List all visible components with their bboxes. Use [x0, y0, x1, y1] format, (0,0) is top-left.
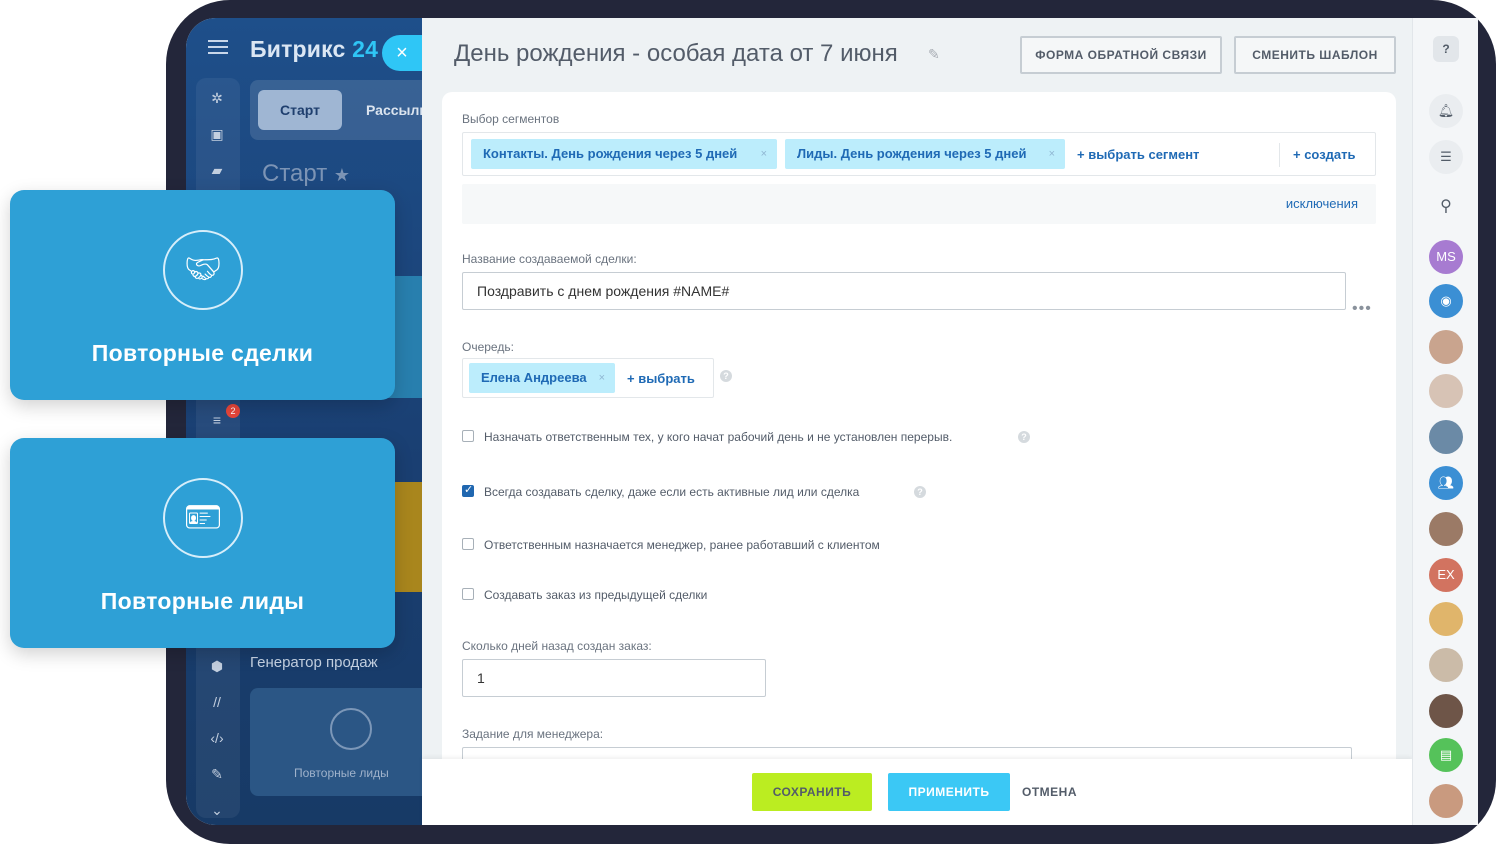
avatar[interactable]: EX: [1429, 558, 1463, 592]
avatar[interactable]: [1429, 694, 1463, 728]
remove-tag-icon[interactable]: ×: [1049, 139, 1055, 169]
select-queue-link[interactable]: + выбрать: [627, 371, 695, 386]
edit-title-icon[interactable]: ✎: [928, 46, 940, 63]
segment-tag[interactable]: Лиды. День рождения через 5 дней ×: [785, 139, 1065, 169]
logo-suffix: 24: [352, 36, 379, 62]
feedback-form-button[interactable]: ФОРМА ОБРАТНОЙ СВЯЗИ: [1020, 36, 1222, 74]
repeat-leads-tile-label: Повторные лиды: [294, 766, 389, 780]
promo-card-repeat-deals: 🤝︎ Повторные сделки: [10, 190, 395, 400]
promo-label: Повторные сделки: [91, 340, 314, 366]
cancel-button[interactable]: ОТМЕНА: [1022, 773, 1077, 811]
chevron-down-icon[interactable]: ⌄: [208, 802, 226, 818]
segment-tag[interactable]: Контакты. День рождения через 5 дней ×: [471, 139, 777, 169]
days-ago-label: Сколько дней назад создан заказ:: [462, 639, 652, 653]
deal-name-input[interactable]: Поздравить с днем рождения #NAME#: [462, 272, 1346, 310]
option-label: Ответственным назначается менеджер, ране…: [484, 538, 880, 552]
queue-label: Очередь:: [462, 340, 514, 354]
create-segment-link[interactable]: + создать: [1293, 147, 1356, 162]
avatar[interactable]: [1429, 602, 1463, 636]
promo-card-repeat-leads: 🪪︎ Повторные лиды: [10, 438, 395, 648]
option-label: Создавать заказ из предыдущей сделки: [484, 588, 708, 602]
settings-form: Выбор сегментов Контакты. День рождения …: [442, 92, 1396, 772]
help-icon[interactable]: ?: [914, 486, 926, 498]
queue-selector[interactable]: Елена Андреева × + выбрать: [462, 358, 714, 398]
start-heading: Старт ★: [262, 160, 351, 187]
calendar-icon[interactable]: ▣: [208, 126, 226, 142]
right-sidebar: ? 🔔︎ ☰ ⚲ MS ◉ 👥︎ EX ▤: [1412, 18, 1478, 825]
option-checkbox-always-create[interactable]: [462, 483, 474, 497]
avatar[interactable]: [1429, 420, 1463, 454]
logo-text: Битрикс: [250, 36, 346, 62]
campaign-panel: День рождения - особая дата от 7 июня ✎ …: [422, 18, 1412, 825]
apply-button[interactable]: ПРИМЕНИТЬ: [888, 773, 1010, 811]
contact-card-icon: 🪪︎: [183, 501, 223, 534]
option-checkbox-working-day[interactable]: [462, 430, 474, 442]
group-chat-icon[interactable]: ◉: [1429, 284, 1463, 318]
sales-generator-heading: Генератор продаж: [250, 654, 378, 671]
save-button[interactable]: СОХРАНИТЬ: [752, 773, 872, 811]
avatar[interactable]: [1429, 330, 1463, 364]
avatar[interactable]: [1429, 374, 1463, 408]
exclusions-bar: исключения: [462, 184, 1376, 224]
remove-tag-icon[interactable]: ×: [599, 363, 605, 393]
tab-mailing[interactable]: Рассылк: [366, 90, 426, 130]
promo-label: Повторные лиды: [100, 588, 305, 614]
help-icon[interactable]: ?: [720, 370, 732, 382]
tab-start[interactable]: Старт: [258, 90, 342, 130]
bell-icon[interactable]: 🔔︎: [1429, 94, 1463, 128]
avatar[interactable]: [1429, 784, 1463, 818]
handshake-icon-circle: 🤝︎: [163, 230, 243, 310]
option-label: Всегда создавать сделку, даже если есть …: [484, 485, 860, 499]
notification-badge: 2: [226, 404, 240, 418]
page-title: День рождения - особая дата от 7 июня: [454, 40, 898, 67]
contact-center-icon[interactable]: ▤: [1429, 738, 1463, 772]
segments-label: Выбор сегментов: [462, 112, 560, 126]
app-screen: Битрикс 24 × ✲ ▣ ▰ ≡ 2 ⬢ // ‹/› ✎ ⌄ Стар…: [186, 18, 1478, 825]
days-ago-input[interactable]: 1: [462, 659, 766, 697]
pen-icon[interactable]: ✎: [208, 766, 226, 782]
repeat-leads-tile[interactable]: Повторные лиды: [250, 688, 426, 796]
option-checkbox-previous-manager[interactable]: [462, 538, 474, 550]
avatar[interactable]: [1429, 648, 1463, 682]
form-footer: СОХРАНИТЬ ПРИМЕНИТЬ ОТМЕНА: [422, 759, 1412, 825]
change-template-button[interactable]: СМЕНИТЬ ШАБЛОН: [1234, 36, 1396, 74]
contact-card-icon-circle: 🪪︎: [163, 478, 243, 558]
group-icon[interactable]: 👥︎: [1429, 466, 1463, 500]
menu-icon[interactable]: [208, 40, 228, 54]
remove-tag-icon[interactable]: ×: [761, 139, 767, 169]
deal-name-label: Название создаваемой сделки:: [462, 252, 637, 266]
bitrix-sidebar: Битрикс 24 × ✲ ▣ ▰ ≡ 2 ⬢ // ‹/› ✎ ⌄ Стар…: [186, 18, 426, 825]
close-slider-button[interactable]: ×: [382, 35, 422, 71]
slash-icon[interactable]: //: [208, 694, 226, 710]
manager-task-label: Задание для менеджера:: [462, 727, 604, 741]
exclusions-link[interactable]: исключения: [1286, 196, 1358, 211]
chat-icon[interactable]: ☰: [1429, 140, 1463, 174]
box-icon[interactable]: ⬢: [208, 658, 226, 674]
contact-card-icon: [330, 708, 372, 750]
chat-icon[interactable]: ▰: [208, 162, 226, 178]
select-segment-link[interactable]: + выбрать сегмент: [1077, 147, 1199, 162]
segments-selector[interactable]: Контакты. День рождения через 5 дней × Ли…: [462, 132, 1376, 176]
filter-icon[interactable]: ≡: [208, 412, 226, 428]
handshake-icon: 🤝︎: [183, 253, 223, 286]
option-checkbox-create-order[interactable]: [462, 588, 474, 600]
star-icon[interactable]: ★: [334, 165, 350, 185]
help-button[interactable]: ?: [1433, 36, 1459, 62]
avatar[interactable]: MS: [1429, 240, 1463, 274]
gear-icon[interactable]: ✲: [208, 90, 226, 106]
code-icon[interactable]: ‹/›: [208, 730, 226, 746]
bitrix-logo[interactable]: Битрикс 24: [250, 36, 378, 63]
search-icon[interactable]: ⚲: [1429, 190, 1463, 224]
more-icon[interactable]: •••: [1352, 300, 1372, 318]
avatar[interactable]: [1429, 512, 1463, 546]
help-icon[interactable]: ?: [1018, 431, 1030, 443]
option-label: Назначать ответственным тех, у кого нача…: [484, 430, 953, 444]
queue-user-tag[interactable]: Елена Андреева ×: [469, 363, 615, 393]
divider: [1279, 143, 1280, 167]
